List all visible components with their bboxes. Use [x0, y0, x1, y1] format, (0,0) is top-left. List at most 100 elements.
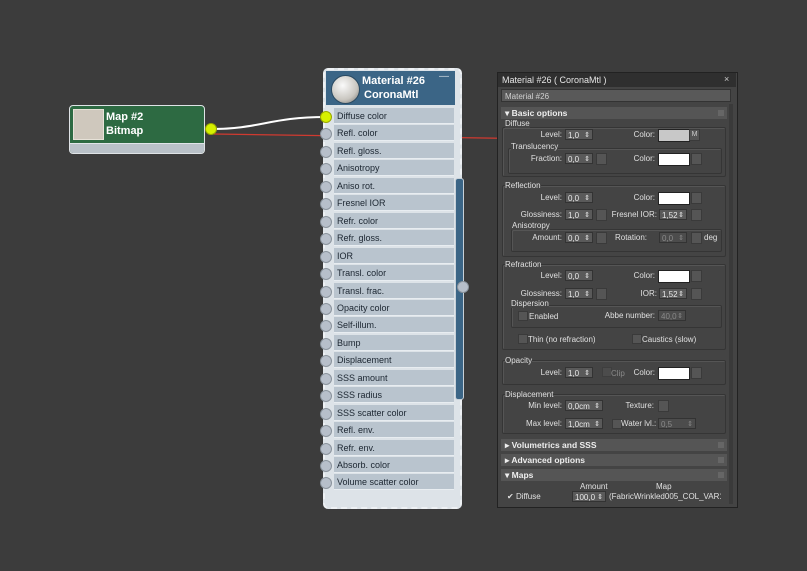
diffuse-map-checkbox[interactable]: ✔ Diffuse: [507, 492, 541, 501]
input-socket[interactable]: [320, 111, 332, 123]
translucency-label: Translucency: [511, 142, 559, 151]
dispersion-label: Dispersion: [511, 299, 549, 308]
opacity-level-spinner[interactable]: 1,0 ⇕: [565, 367, 593, 378]
slot-refr-gloss[interactable]: Refr. gloss.: [334, 230, 454, 247]
fresnel-ior-label: Fresnel IOR:: [611, 210, 657, 219]
input-socket[interactable]: [320, 180, 332, 193]
translucency-color-label: Color:: [633, 154, 655, 163]
min-level-spinner[interactable]: 0,0cm ⇕: [565, 400, 603, 411]
amount-column-header: Amount: [580, 482, 608, 491]
input-socket[interactable]: [320, 372, 332, 385]
panel-title: Material #26 ( CoronaMtl ): [498, 73, 736, 87]
diffuse-map-button[interactable]: (FabricWrinkled005_COL_VAR1_: [609, 492, 721, 501]
slot-refl-gloss[interactable]: Refl. gloss.: [334, 142, 454, 159]
ior-spinner[interactable]: 1,52 ⇕: [659, 288, 687, 299]
abbe-spinner[interactable]: 40,0 ⇕: [658, 310, 686, 321]
input-socket[interactable]: [320, 460, 332, 472]
bitmap-thumbnail: [73, 109, 104, 140]
input-socket[interactable]: [320, 215, 332, 228]
material-output-socket[interactable]: [457, 281, 469, 293]
refraction-label: Refraction: [505, 260, 542, 269]
max-level-spinner[interactable]: 1,0cm ⇕: [565, 418, 603, 429]
reflection-gloss-label: Glossiness:: [520, 210, 562, 219]
rollout-basic-options[interactable]: ▾ Basic options: [501, 107, 727, 119]
diffuse-color-swatch[interactable]: [658, 129, 690, 142]
opacity-map-button[interactable]: [691, 367, 702, 379]
slot-ior[interactable]: IOR: [334, 247, 454, 264]
input-socket[interactable]: [320, 302, 332, 315]
slot-anisotropy[interactable]: Anisotropy: [334, 160, 454, 177]
slot-sss-amount[interactable]: SSS amount: [334, 369, 454, 386]
material-name-field[interactable]: Material #26: [501, 89, 731, 102]
water-level-spinner[interactable]: 0,5 ⇕: [658, 418, 696, 429]
slot-sss-scatter-color[interactable]: SSS scatter color: [334, 404, 454, 421]
translucency-color-swatch[interactable]: [658, 153, 690, 166]
anisotropy-amount-spinner[interactable]: 0,0 ⇕: [565, 232, 593, 243]
rollout-advanced-options[interactable]: ▸ Advanced options: [501, 454, 727, 466]
translucency-map-button[interactable]: [691, 153, 702, 165]
slot-aniso-rot[interactable]: Aniso rot.: [334, 177, 454, 194]
thin-checkbox[interactable]: [518, 334, 528, 344]
diffuse-level-spinner[interactable]: 1,0 ⇕: [565, 129, 593, 140]
slot-volume-scatter-color[interactable]: Volume scatter color: [334, 474, 454, 491]
panel-scrollbar[interactable]: [729, 104, 733, 504]
caustics-checkbox[interactable]: [632, 334, 642, 344]
fresnel-map-button[interactable]: [691, 209, 702, 221]
slot-absorb-color[interactable]: Absorb. color: [334, 457, 454, 473]
input-socket[interactable]: [320, 407, 332, 420]
slot-bump[interactable]: Bump: [334, 334, 454, 351]
input-socket[interactable]: [320, 425, 332, 438]
fresnel-ior-spinner[interactable]: 1,52 ⇕: [659, 209, 687, 220]
input-socket[interactable]: [320, 442, 332, 455]
slot-displacement[interactable]: Displacement: [334, 352, 454, 369]
max-level-label: Max level:: [525, 419, 562, 428]
slot-transl-color[interactable]: Transl. color: [334, 265, 454, 282]
slot-refl-env[interactable]: Refl. env.: [334, 422, 454, 439]
diffuse-map-button[interactable]: M: [689, 129, 700, 141]
reflection-gloss-spinner[interactable]: 1,0 ⇕: [565, 209, 593, 220]
fraction-label: Fraction:: [530, 154, 562, 163]
rotation-spinner[interactable]: 0,0 ⇕: [659, 232, 687, 243]
displacement-texture-button[interactable]: [658, 400, 669, 412]
slot-refl-color[interactable]: Refl. color: [334, 125, 454, 142]
slot-fresnel-ior[interactable]: Fresnel IOR: [334, 195, 454, 212]
reflection-color-swatch[interactable]: [658, 192, 690, 205]
rollout-volumetrics[interactable]: ▸ Volumetrics and SSS: [501, 439, 727, 451]
input-socket[interactable]: [320, 337, 332, 350]
map-output-socket[interactable]: [205, 123, 217, 135]
deg-label: deg: [704, 233, 718, 242]
refraction-map-button[interactable]: [691, 270, 702, 282]
refraction-gloss-spinner[interactable]: 1,0 ⇕: [565, 288, 593, 299]
reflection-label: Reflection: [505, 181, 541, 190]
slot-opacity-color[interactable]: Opacity color: [334, 299, 454, 316]
rotation-map-button[interactable]: [691, 232, 702, 244]
opacity-color-swatch[interactable]: [658, 367, 690, 380]
refraction-level-spinner[interactable]: 0,0 ⇕: [565, 270, 593, 281]
slot-sss-radius[interactable]: SSS radius: [334, 387, 454, 404]
input-socket[interactable]: [320, 145, 332, 158]
slot-refr-color[interactable]: Refr. color: [334, 212, 454, 229]
input-socket[interactable]: [320, 285, 332, 298]
slot-diffuse-color[interactable]: Diffuse color: [334, 108, 454, 124]
close-icon[interactable]: ×: [724, 74, 729, 84]
bitmap-node[interactable]: Map #2 Bitmap: [69, 105, 205, 154]
enabled-label: Enabled: [529, 312, 559, 321]
input-socket[interactable]: [320, 250, 332, 263]
collapse-button[interactable]: —: [439, 71, 449, 82]
fraction-spinner[interactable]: 0,0 ⇕: [565, 153, 593, 164]
diffuse-label: Diffuse: [505, 119, 530, 128]
ior-map-button[interactable]: [691, 288, 702, 300]
reflection-level-spinner[interactable]: 0,0 ⇕: [565, 192, 593, 203]
opacity-level-label: Level:: [540, 368, 562, 377]
fraction-map-button[interactable]: [596, 153, 607, 165]
wire-map-to-diffuse[interactable]: [211, 116, 327, 130]
slot-refr-env[interactable]: Refr. env.: [334, 439, 454, 456]
refraction-color-swatch[interactable]: [658, 270, 690, 283]
dispersion-enabled-checkbox[interactable]: [518, 311, 528, 321]
reflection-map-button[interactable]: [691, 192, 702, 204]
input-socket[interactable]: [320, 268, 332, 281]
slot-transl-frac[interactable]: Transl. frac.: [334, 282, 454, 299]
slot-self-illum[interactable]: Self-illum.: [334, 317, 454, 334]
rollout-maps[interactable]: ▾ Maps: [501, 469, 727, 481]
diffuse-map-amount-spinner[interactable]: 100,0 ⇕: [572, 491, 606, 502]
